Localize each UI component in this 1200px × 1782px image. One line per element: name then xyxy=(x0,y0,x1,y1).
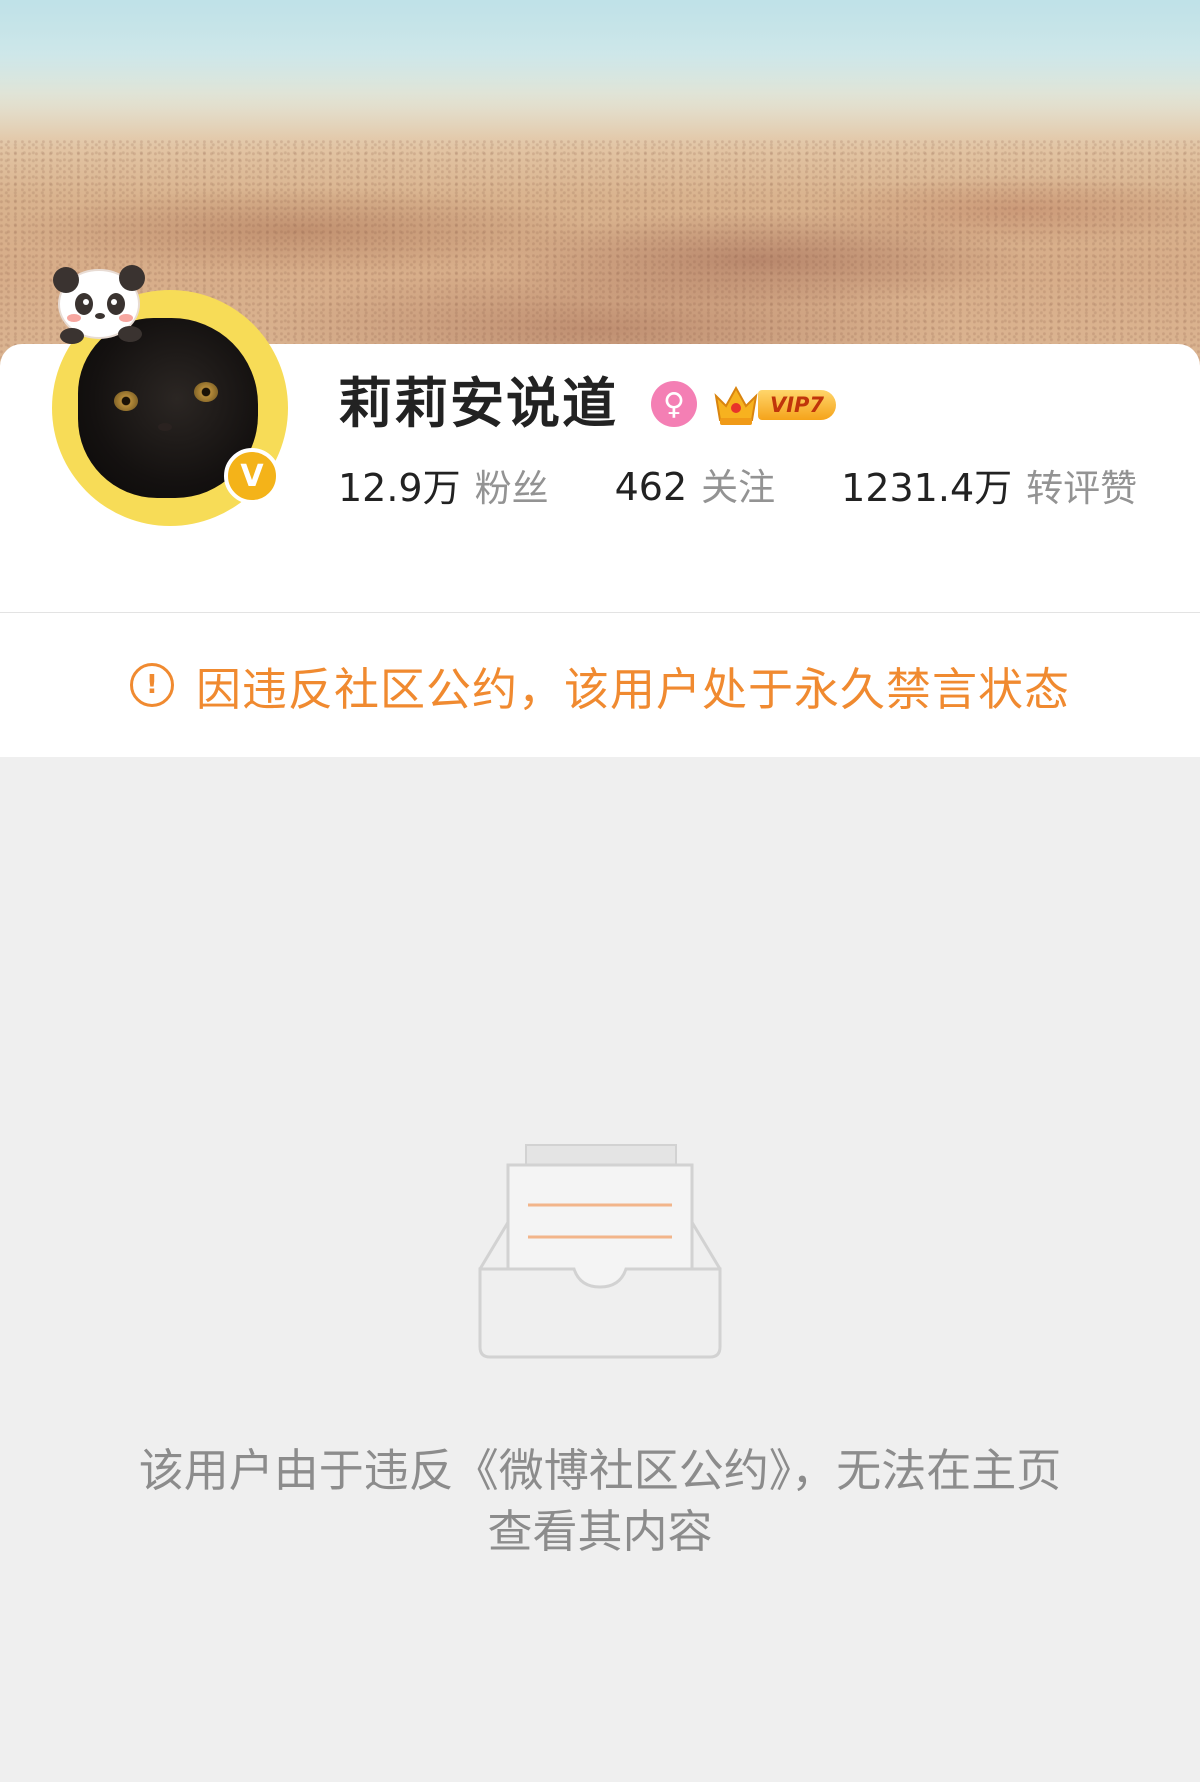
profile-name: 莉莉安说道 xyxy=(338,372,618,435)
avatar-cat-eye xyxy=(114,391,138,411)
warning-icon: ! xyxy=(129,663,174,707)
stat-following[interactable]: 462 关注 xyxy=(615,457,776,511)
following-count: 462 xyxy=(614,465,688,509)
profile-stats: 12.9万 粉丝 462 关注 1231.4万 转评赞 xyxy=(338,456,1137,512)
interactions-label: 转评赞 xyxy=(1026,466,1138,510)
panda-pendant-icon xyxy=(53,265,145,344)
interactions-count: 1231.4万 xyxy=(841,465,1013,510)
ban-notice-text: 因违反社区公约，该用户处于永久禁言状态 xyxy=(195,662,1070,716)
empty-state-message: 该用户由于违反《微博社区公约》，无法在主页查看其内容 xyxy=(138,1444,1062,1558)
avatar-cat-nose xyxy=(158,423,172,431)
empty-box-icon xyxy=(478,1144,722,1359)
verified-badge-icon: V xyxy=(224,448,280,504)
crown-icon xyxy=(714,385,758,425)
stat-interactions[interactable]: 1231.4万 转评赞 xyxy=(841,457,1137,512)
vip-badge[interactable]: VIP7 xyxy=(712,382,842,428)
avatar-cat-eye xyxy=(194,382,218,402)
banner-sky xyxy=(0,0,1200,150)
following-label: 关注 xyxy=(701,466,776,509)
followers-label: 粉丝 xyxy=(474,466,549,510)
vip-level-label: VIP7 xyxy=(758,390,836,420)
ban-notice: ! 因违反社区公约，该用户处于永久禁言状态 xyxy=(0,613,1200,757)
followers-count: 12.9万 xyxy=(338,465,461,510)
stat-followers[interactable]: 12.9万 粉丝 xyxy=(338,457,549,512)
female-icon: ♀ xyxy=(651,381,697,427)
